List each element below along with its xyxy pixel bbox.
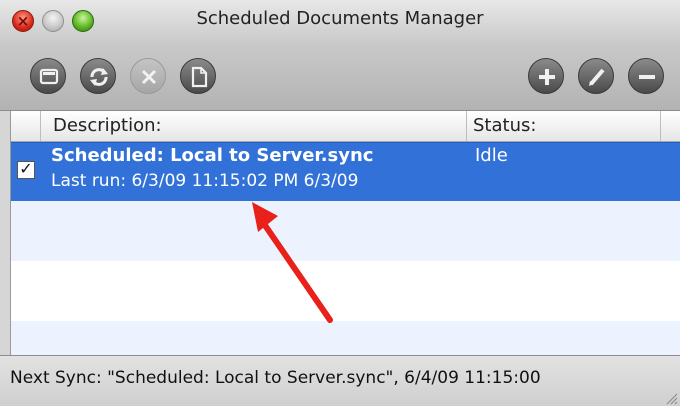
document-icon [191, 66, 208, 88]
stop-icon [141, 69, 157, 85]
row-title: Scheduled: Local to Server.sync [51, 145, 374, 166]
refresh-button[interactable] [80, 58, 116, 94]
table-header: Description: Status: [11, 111, 680, 142]
add-button[interactable] [528, 58, 564, 94]
header-check-column [11, 111, 41, 141]
status-bar: Next Sync: "Scheduled: Local to Server.s… [0, 355, 680, 406]
header-status[interactable]: Status: [467, 111, 661, 141]
checkmark-icon: ✓ [19, 159, 33, 178]
annotation-arrow [252, 202, 333, 323]
stop-button[interactable] [130, 58, 166, 94]
row-last-run: Last run: 6/3/09 11:15:02 PM 6/3/09 [51, 171, 359, 191]
row-enabled-checkbox[interactable]: ✓ [17, 161, 35, 179]
title-bar: × Scheduled Documents Manager [0, 0, 680, 44]
terminal-icon [39, 68, 59, 85]
refresh-icon [90, 68, 108, 86]
window-title: Scheduled Documents Manager [196, 8, 484, 29]
pencil-icon [589, 68, 605, 86]
next-sync-text: Next Sync: "Scheduled: Local to Server.s… [10, 368, 541, 388]
terminal-button[interactable] [30, 58, 66, 94]
new-document-button[interactable] [180, 58, 216, 94]
edit-button[interactable] [578, 58, 614, 94]
remove-button[interactable] [628, 58, 664, 94]
resize-grip-icon[interactable] [664, 391, 678, 405]
row-status: Idle [475, 145, 508, 166]
plus-icon [539, 69, 555, 85]
toolbar [0, 44, 680, 111]
header-description[interactable]: Description: [41, 111, 467, 141]
app-window: × Scheduled Documents Manager Descriptio… [0, 0, 680, 406]
minus-icon [639, 75, 655, 79]
